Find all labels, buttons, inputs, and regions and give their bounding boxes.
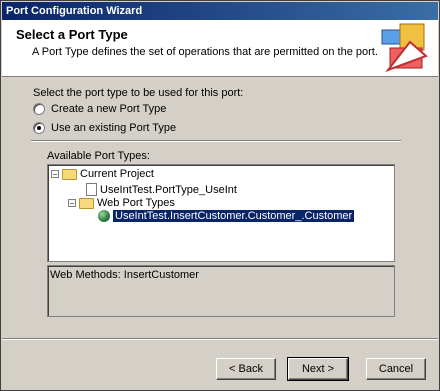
tree-node-porttype-useint[interactable]: UseIntTest.PortType_UseInt — [86, 183, 237, 196]
document-icon — [86, 183, 97, 196]
tree-node-label-selected[interactable]: UseIntTest.InsertCustomer.Customer_.Cust… — [111, 209, 356, 223]
port-type-prompt: Select the port type to be used for this… — [33, 87, 244, 99]
tree-node-insert-customer[interactable]: UseIntTest.InsertCustomer.Customer_.Cust… — [98, 209, 356, 223]
wizard-port-icon — [381, 23, 428, 73]
cancel-button-label[interactable]: Cancel — [379, 363, 413, 375]
available-port-types-label: Available Port Types: — [47, 150, 150, 162]
use-existing-port-type-radio[interactable]: Use an existing Port Type — [33, 122, 176, 134]
port-types-tree[interactable]: − Current Project UseIntTest.PortType_Us… — [47, 164, 395, 262]
tree-node-label[interactable]: Current Project — [80, 168, 154, 180]
title-bar: Port Configuration Wizard — [2, 2, 438, 20]
create-new-port-type-radio[interactable]: Create a new Port Type — [33, 103, 166, 115]
banner-title: Select a Port Type — [16, 27, 128, 42]
cancel-button[interactable]: Cancel — [366, 358, 426, 380]
tree-node-current-project[interactable]: − Current Project — [51, 168, 154, 180]
tree-node-web-port-types[interactable]: − Web Port Types — [68, 197, 175, 209]
collapse-icon[interactable]: − — [68, 199, 76, 208]
back-button-label[interactable]: < Back — [229, 363, 263, 375]
web-methods-text: Web Methods: InsertCustomer — [50, 269, 199, 281]
globe-icon — [98, 210, 110, 222]
back-button[interactable]: < Back — [216, 358, 276, 380]
button-bar-divider — [2, 338, 438, 340]
create-new-port-type-label[interactable]: Create a new Port Type — [51, 103, 166, 115]
folder-open-icon — [62, 168, 77, 180]
wizard-banner: Select a Port Type A Port Type defines t… — [2, 20, 438, 77]
section-divider — [31, 140, 401, 142]
next-button-label[interactable]: Next > — [302, 363, 334, 375]
collapse-icon[interactable]: − — [51, 170, 59, 179]
next-button[interactable]: Next > — [287, 357, 349, 381]
web-methods-panel: Web Methods: InsertCustomer — [47, 265, 395, 317]
wizard-window: Port Configuration Wizard Select a Port … — [0, 0, 440, 391]
radio-unchecked-icon[interactable] — [33, 103, 45, 115]
banner-description: A Port Type defines the set of operation… — [32, 46, 378, 58]
tree-node-label[interactable]: UseIntTest.PortType_UseInt — [100, 184, 237, 196]
tree-node-label[interactable]: Web Port Types — [97, 197, 175, 209]
radio-checked-icon[interactable] — [33, 122, 45, 134]
use-existing-port-type-label[interactable]: Use an existing Port Type — [51, 122, 176, 134]
folder-open-icon — [79, 197, 94, 209]
